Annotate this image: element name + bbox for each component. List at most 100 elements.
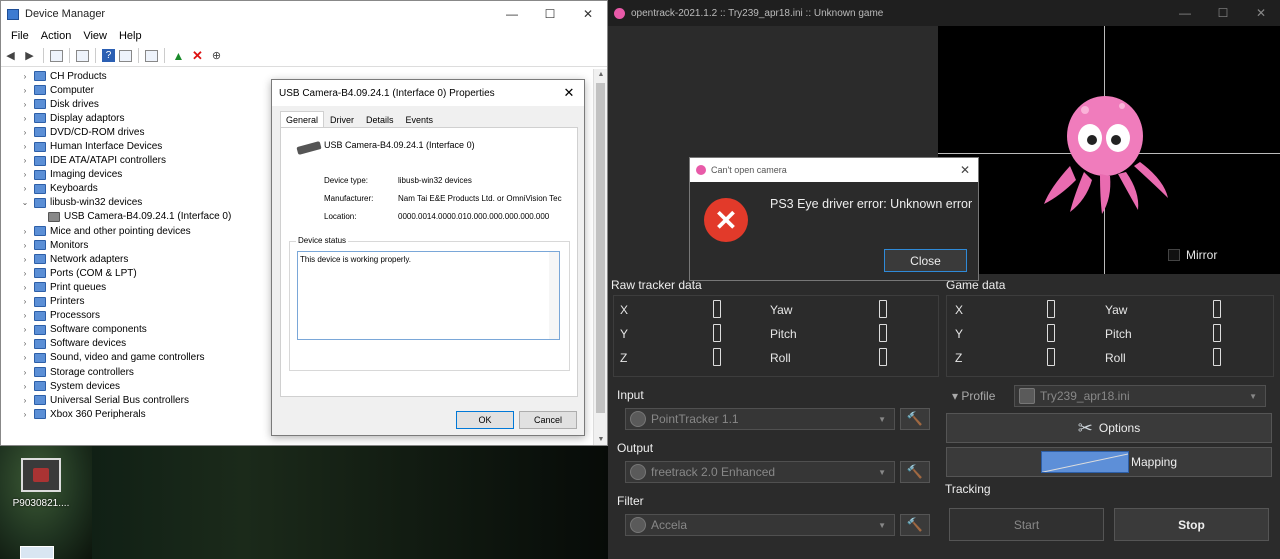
tree-item-label: Printers [50,296,85,308]
properties-titlebar: USB Camera-B4.09.24.1 (Interface 0) Prop… [272,80,584,106]
start-button[interactable]: Start [949,508,1104,541]
maximize-button[interactable]: ☐ [1204,6,1242,20]
tree-scrollbar[interactable]: ▲ ▼ [593,69,607,445]
game-z-value-display [1047,348,1055,366]
expand-chevron-icon[interactable]: › [19,255,31,264]
status-scrollbar[interactable] [549,252,559,339]
output-select[interactable]: freetrack 2.0 Enhanced ▼ [625,461,895,483]
uninstall-device-icon[interactable]: ✕ [190,48,205,63]
desktop-file-icon[interactable]: P9030821.... [6,458,76,509]
expand-chevron-icon[interactable]: › [19,297,31,306]
pointtracker-icon [630,411,646,427]
mirror-checkbox[interactable]: Mirror [1168,248,1217,262]
expand-chevron-icon[interactable]: › [19,114,31,123]
opentrack-titlebar: opentrack-2021.1.2 :: Try239_apr18.ini :… [608,0,1280,26]
mapping-button[interactable]: Mapping [946,447,1272,477]
tree-item-label: System devices [50,380,121,392]
forward-arrow-icon[interactable]: ▶ [22,48,37,63]
device-status-textbox[interactable]: This device is working properly. [297,251,560,340]
menu-file[interactable]: File [5,30,35,42]
mirror-checkbox-box[interactable] [1168,249,1180,261]
expand-chevron-icon[interactable]: › [19,241,31,250]
toolbar-separator [164,48,165,63]
scrollbar-thumb[interactable] [596,83,605,413]
maximize-button[interactable]: ☐ [531,7,569,21]
expand-chevron-icon[interactable]: › [19,269,31,278]
profile-menu-button[interactable]: ▾ Profile [952,389,995,403]
ok-button[interactable]: OK [456,411,514,429]
menu-help[interactable]: Help [113,30,148,42]
stop-label: Stop [1178,517,1205,532]
properties-icon[interactable] [76,49,89,62]
collapse-chevron-icon[interactable]: ⌄ [19,198,31,207]
desktop-document-icon[interactable] [20,546,54,559]
device-category-icon [34,240,46,251]
tree-item-label: Software devices [50,338,127,350]
expand-chevron-icon[interactable]: › [19,368,31,377]
tree-item-label: Sound, video and game controllers [50,352,205,364]
hammer-icon: 🔨 [906,517,924,532]
scroll-down-icon[interactable]: ▼ [594,436,608,443]
minimize-button[interactable]: — [493,7,531,21]
expand-chevron-icon[interactable]: › [19,382,31,391]
expand-chevron-icon[interactable]: › [19,396,31,405]
close-button[interactable]: ✕ [1242,6,1280,20]
device-category-icon [34,85,46,96]
tree-item-label: Disk drives [50,98,99,110]
expand-chevron-icon[interactable]: › [19,283,31,292]
expand-chevron-icon[interactable]: › [19,128,31,137]
close-button[interactable]: Close [884,249,967,272]
error-dialog-close-icon[interactable]: ✕ [952,163,978,177]
scroll-up-icon[interactable]: ▲ [594,71,608,78]
expand-chevron-icon[interactable]: › [19,100,31,109]
view-icon[interactable] [119,49,132,62]
back-arrow-icon[interactable]: ◀ [3,48,18,63]
device-category-icon [34,282,46,293]
output-settings-button[interactable]: 🔨 [900,461,930,483]
menu-view[interactable]: View [77,30,113,42]
minimize-button[interactable]: — [1166,6,1204,20]
expand-chevron-icon[interactable]: › [19,353,31,362]
update-driver-icon[interactable]: ▲ [171,48,186,63]
tree-item-label: IDE ATA/ATAPI controllers [50,155,166,167]
help-icon[interactable]: ? [102,49,115,62]
device-status-legend: Device status [296,236,349,245]
profile-select[interactable]: Try239_apr18.ini ▼ [1014,385,1266,407]
game-pitch-label: Pitch [1105,327,1132,341]
expand-chevron-icon[interactable]: › [19,184,31,193]
tree-item-label: Computer [50,84,94,96]
device-name: USB Camera-B4.09.24.1 (Interface 0) [324,140,475,150]
properties-close-button[interactable]: ✕ [554,85,584,101]
expand-chevron-icon[interactable]: › [19,170,31,179]
stop-button[interactable]: Stop [1114,508,1269,541]
cancel-button[interactable]: Cancel [519,411,577,429]
device-category-icon [34,381,46,392]
show-hide-console-tree-icon[interactable] [50,49,63,62]
input-settings-button[interactable]: 🔨 [900,408,930,430]
expand-chevron-icon[interactable]: › [19,410,31,419]
expand-chevron-icon[interactable]: › [19,311,31,320]
filter-select[interactable]: Accela ▼ [625,514,895,536]
scan-hardware-icon[interactable] [145,49,158,62]
disable-device-icon[interactable]: ⊕ [209,48,224,63]
device-category-icon [34,254,46,265]
options-button[interactable]: ✂ Options [946,413,1272,443]
expand-chevron-icon[interactable]: › [19,325,31,334]
filter-select-value: Accela [651,518,688,532]
device-category-icon [34,197,46,208]
toolbar: ◀ ▶ ? ▲ ✕ ⊕ [1,45,607,67]
expand-chevron-icon[interactable]: › [19,156,31,165]
tree-item-label: Storage controllers [50,366,134,378]
close-button[interactable]: ✕ [569,7,607,21]
filter-settings-button[interactable]: 🔨 [900,514,930,536]
expand-chevron-icon[interactable]: › [19,72,31,81]
expand-chevron-icon[interactable]: › [19,339,31,348]
opentrack-title: opentrack-2021.1.2 :: Try239_apr18.ini :… [631,7,884,19]
expand-chevron-icon[interactable]: › [19,142,31,151]
input-select[interactable]: PointTracker 1.1 ▼ [625,408,895,430]
expand-chevron-icon[interactable]: › [19,227,31,236]
manufacturer-row: Manufacturer: Nam Tai E&E Products Ltd. o… [324,194,562,203]
chevron-down-icon: ▼ [1249,391,1257,401]
menu-action[interactable]: Action [35,30,78,42]
expand-chevron-icon[interactable]: › [19,86,31,95]
